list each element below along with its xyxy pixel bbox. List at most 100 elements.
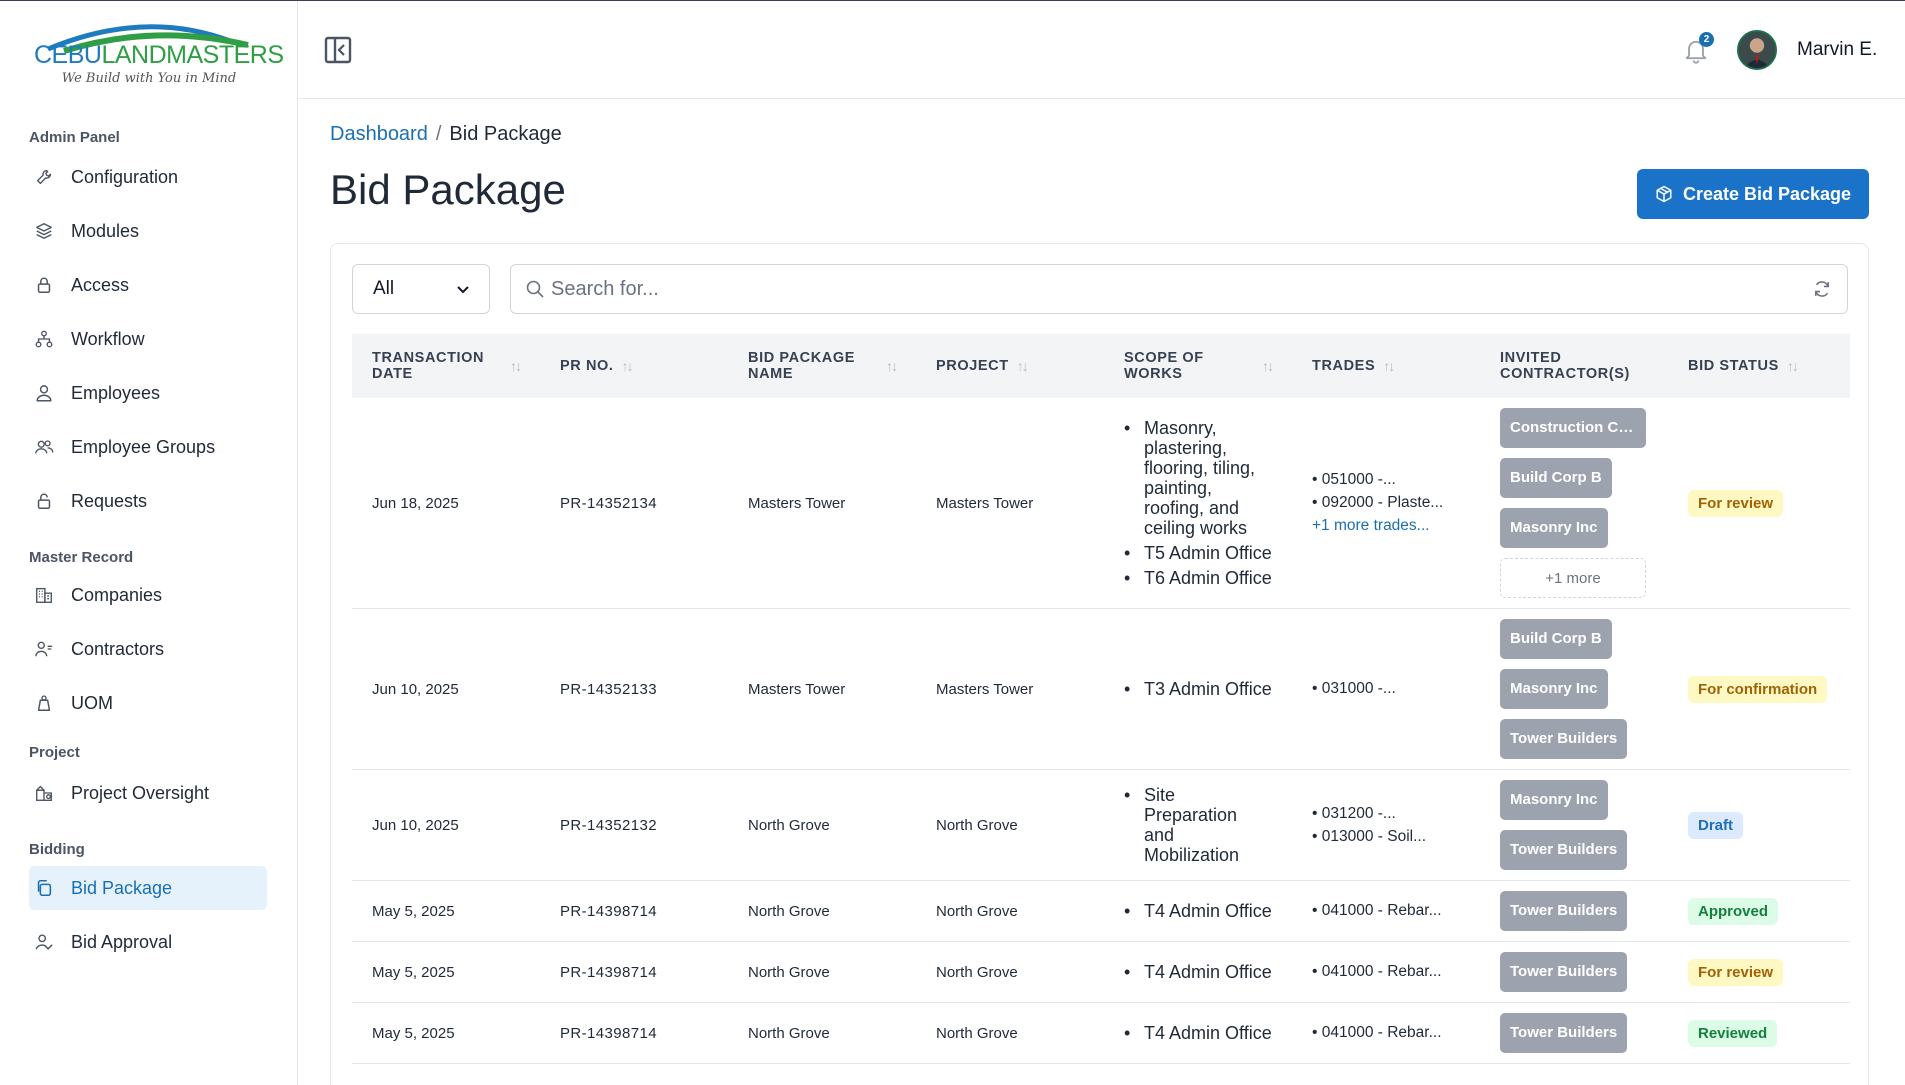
trade-label: 041000 - Rebar... <box>1321 963 1442 980</box>
trade-item: • 041000 - Rebar... <box>1312 963 1460 981</box>
contractor-chip[interactable]: Tower Builders <box>1500 1013 1628 1053</box>
contractor-chip[interactable]: Build Corp B <box>1500 619 1612 659</box>
sort-icon[interactable]: ↑↓ <box>1787 358 1799 374</box>
column-header[interactable]: PR NO. ↑↓ <box>540 334 728 398</box>
breadcrumb: Dashboard / Bid Package <box>330 123 562 146</box>
refresh-icon[interactable] <box>1811 278 1833 300</box>
company-logo[interactable]: CEBULANDMASTERS We Build with You in Min… <box>34 15 284 91</box>
sort-icon[interactable]: ↑↓ <box>1262 358 1274 374</box>
table-row[interactable]: May 5, 2025 PR-14398714 North Grove North G… <box>352 880 1850 942</box>
sort-icon[interactable]: ↑↓ <box>1383 358 1395 374</box>
sidebar-item-project-oversight[interactable]: Project Oversight <box>29 771 267 815</box>
nav-section-title: Project <box>29 744 80 761</box>
more-contractors-button[interactable]: +1 more <box>1500 558 1646 598</box>
more-trades-link[interactable]: +1 more trades... <box>1312 517 1460 535</box>
scope-list: T4 Admin Office <box>1124 901 1272 921</box>
scope-item: T4 Admin Office <box>1124 901 1272 921</box>
contractor-chip-list: Tower Builders <box>1500 891 1648 931</box>
contractor-chip[interactable]: Tower Builders <box>1500 891 1628 931</box>
trade-bullet: • <box>1312 471 1322 488</box>
contractor-chip[interactable]: Masonry Inc <box>1500 508 1608 548</box>
scope-of-works-cell: T3 Admin Office <box>1104 608 1292 770</box>
column-header[interactable]: TRADES ↑↓ <box>1292 334 1480 398</box>
table-row[interactable]: Jun 10, 2025 PR-14352132 North Grove North … <box>352 769 1850 881</box>
layers-icon <box>33 220 55 242</box>
status-badge: For review <box>1688 489 1784 517</box>
contractor-chip[interactable]: Masonry Inc <box>1500 669 1608 709</box>
pr-number-link[interactable]: PR-14352132 <box>540 769 728 881</box>
pr-number-link[interactable]: PR-14352134 <box>540 398 728 609</box>
column-header-label: SCOPE OF WORKS <box>1124 350 1204 382</box>
sort-icon[interactable]: ↑↓ <box>622 358 634 374</box>
wrench-icon <box>33 166 55 188</box>
contractor-chip[interactable]: Build Corp B <box>1500 458 1612 498</box>
contractor-chip[interactable]: Tower Builders <box>1500 952 1628 992</box>
column-header-label: TRADES <box>1312 358 1376 374</box>
trade-bullet: • <box>1312 963 1322 980</box>
sidebar-item-contractors[interactable]: Contractors <box>29 627 267 671</box>
trades-list: • 041000 - Rebar... <box>1312 1024 1460 1042</box>
search-input[interactable] <box>551 277 1811 301</box>
table-row[interactable]: Jun 10, 2025 PR-14352133 Masters Tower Mast… <box>352 608 1850 770</box>
pr-number-link[interactable]: PR-14398714 <box>540 941 728 1003</box>
column-header[interactable]: BID STATUS ↑↓ <box>1668 334 1850 398</box>
sidebar-toggle-icon[interactable] <box>323 35 353 65</box>
sidebar-item-access[interactable]: Access <box>29 263 267 307</box>
nav-section-title: Master Record <box>29 549 134 566</box>
sidebar-item-label: Employee Groups <box>71 436 216 457</box>
create-bid-package-button[interactable]: Create Bid Package <box>1637 169 1869 219</box>
contractor-chip[interactable]: Construction C... A <box>1500 408 1646 448</box>
sidebar-item-workflow[interactable]: Workflow <box>29 317 267 361</box>
sort-icon[interactable]: ↑↓ <box>1017 358 1029 374</box>
sidebar-item-bid-approval[interactable]: Bid Approval <box>29 920 267 964</box>
pr-number-link[interactable]: PR-14398714 <box>540 1002 728 1064</box>
sidebar-item-companies[interactable]: Companies <box>29 573 267 617</box>
column-header[interactable]: INVITED CONTRACTOR(S) <box>1480 334 1668 398</box>
trades-list: • 041000 - Rebar... <box>1312 963 1460 981</box>
scope-of-works-cell: T4 Admin Office <box>1104 880 1292 942</box>
contractor-chip[interactable]: Masonry Inc <box>1500 780 1608 820</box>
sidebar-item-requests[interactable]: Requests <box>29 479 267 523</box>
user-name[interactable]: Marvin E. <box>1797 39 1877 61</box>
scope-list: Site Preparation and Mobilization <box>1124 785 1272 865</box>
column-header[interactable]: SCOPE OF WORKS ↑↓ <box>1104 334 1292 398</box>
trade-label: 041000 - Rebar... <box>1321 902 1442 919</box>
table-row[interactable]: May 5, 2025 PR-14398714 North Grove North G… <box>352 941 1850 1003</box>
project-name: Masters Tower <box>916 398 1104 609</box>
column-header[interactable]: PROJECT ↑↓ <box>916 334 1104 398</box>
package-icon <box>1656 185 1672 203</box>
pr-number-link[interactable]: PR-14352133 <box>540 608 728 770</box>
user-avatar[interactable] <box>1737 30 1777 70</box>
column-header[interactable]: BID PACKAGE NAME ↑↓ <box>728 334 916 398</box>
sidebar-item-employees[interactable]: Employees <box>29 371 267 415</box>
project-name: North Grove <box>916 769 1104 881</box>
contractor-chip-list: Build Corp B Masonry Inc Tower Builders <box>1500 619 1648 759</box>
pr-number-link[interactable]: PR-14398714 <box>540 880 728 942</box>
contractor-chip[interactable]: Tower Builders <box>1500 719 1628 759</box>
sidebar-item-configuration[interactable]: Configuration <box>29 155 267 199</box>
sort-icon[interactable]: ↑↓ <box>886 358 898 374</box>
column-header-label: INVITED CONTRACTOR(S) <box>1500 350 1630 382</box>
contractor-chip[interactable]: Tower Builders <box>1500 830 1628 870</box>
breadcrumb-dashboard-link[interactable]: Dashboard <box>330 123 428 145</box>
sidebar-item-label: Access <box>71 274 130 295</box>
column-header-content: TRANSACTION DATE ↑↓ <box>372 350 522 382</box>
contractor-chip-list: Masonry Inc Tower Builders <box>1500 780 1648 870</box>
sidebar-item-bid-package[interactable]: Bid Package <box>29 866 267 910</box>
page-title: Bid Package <box>330 166 566 213</box>
table-row[interactable]: May 5, 2025 PR-14398714 North Grove North G… <box>352 1002 1850 1064</box>
table-row[interactable]: Jun 18, 2025 PR-14352134 Masters Tower Mast… <box>352 398 1850 609</box>
column-header[interactable]: TRANSACTION DATE ↑↓ <box>352 334 540 398</box>
trade-bullet: • <box>1312 680 1322 697</box>
breadcrumb-separator: / <box>435 123 442 145</box>
trade-item: • 092000 - Plaste... <box>1312 494 1460 512</box>
scope-list: T3 Admin Office <box>1124 679 1272 699</box>
status-filter-select[interactable]: All <box>352 264 490 314</box>
trades-list: • 031200 -... • 013000 - Soil... <box>1312 805 1460 846</box>
project-name: North Grove <box>916 880 1104 942</box>
sidebar-item-modules[interactable]: Modules <box>29 209 267 253</box>
sidebar-item-employee-groups[interactable]: Employee Groups <box>29 425 267 469</box>
sidebar-item-uom[interactable]: UOM <box>29 681 267 725</box>
project-name: North Grove <box>916 941 1104 1003</box>
sort-icon[interactable]: ↑↓ <box>510 358 522 374</box>
